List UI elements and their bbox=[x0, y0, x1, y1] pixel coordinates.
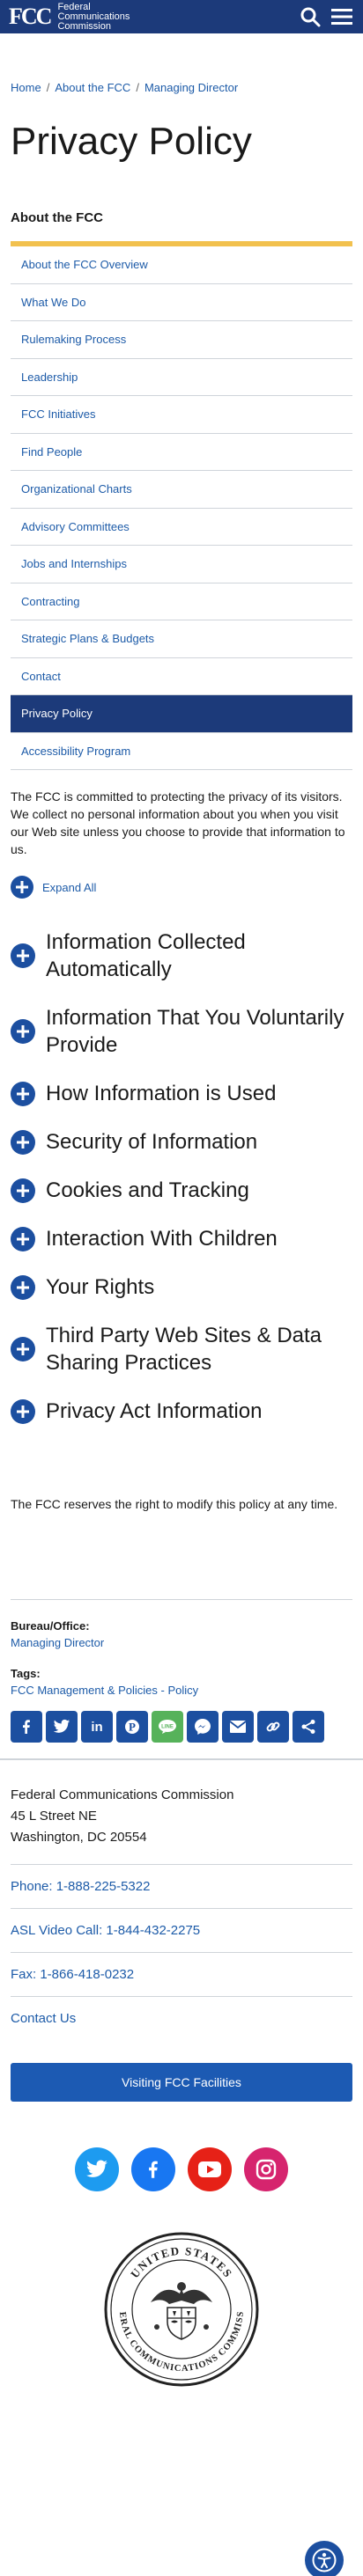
plus-circle-icon bbox=[11, 876, 33, 899]
accordion-item[interactable]: Cookies and Tracking bbox=[11, 1166, 352, 1215]
sidenav-item-org-charts[interactable]: Organizational Charts bbox=[11, 471, 352, 509]
site-footer: Federal Communications Commission 45 L S… bbox=[0, 1758, 363, 2389]
expand-all-button[interactable]: Expand All bbox=[11, 876, 352, 899]
accordion-item[interactable]: Security of Information bbox=[11, 1118, 352, 1166]
tags-label: Tags: bbox=[11, 1667, 41, 1680]
fcc-logo-link[interactable]: FCC Federal Communications Commission bbox=[9, 1, 130, 32]
sidenav-item-find-people[interactable]: Find People bbox=[11, 434, 352, 471]
sidenav-item-privacy-policy[interactable]: Privacy Policy bbox=[11, 695, 352, 733]
sidenav-item-jobs[interactable]: Jobs and Internships bbox=[11, 546, 352, 583]
sidenav-item-what-we-do[interactable]: What We Do bbox=[11, 284, 352, 321]
menu-icon[interactable] bbox=[331, 7, 352, 26]
accordion-title: How Information is Used bbox=[46, 1082, 277, 1105]
sidenav-list: About the FCC Overview What We Do Rulema… bbox=[11, 246, 352, 770]
tags-link[interactable]: FCC Management & Policies - Policy bbox=[11, 1684, 198, 1697]
breadcrumb: Home / About the FCC / Managing Director bbox=[0, 33, 363, 94]
instagram-icon[interactable] bbox=[244, 2147, 288, 2191]
sidenav-item-advisory[interactable]: Advisory Committees bbox=[11, 509, 352, 546]
header-actions bbox=[300, 6, 352, 27]
footer-contact-link[interactable]: Contact Us bbox=[11, 1996, 352, 2040]
plus-circle-icon bbox=[11, 1129, 35, 1155]
accordion-title: Third Party Web Sites & Data Sharing Pra… bbox=[46, 1324, 322, 1375]
plus-circle-icon bbox=[11, 1337, 35, 1361]
accordion-item[interactable]: Information Collected Automatically bbox=[11, 918, 352, 994]
messenger-icon[interactable] bbox=[187, 1711, 219, 1743]
sidenav-item-contact[interactable]: Contact bbox=[11, 658, 352, 695]
accordion-title: Information That You Voluntarily Provide bbox=[46, 1006, 344, 1057]
sidenav-heading: About the FCC bbox=[11, 210, 352, 246]
breadcrumb-separator: / bbox=[136, 81, 139, 94]
pinterest-icon[interactable]: P bbox=[116, 1711, 148, 1743]
accordion-item[interactable]: How Information is Used bbox=[11, 1069, 352, 1118]
linkedin-icon[interactable]: in bbox=[81, 1711, 113, 1743]
plus-circle-icon bbox=[11, 1081, 35, 1106]
page-meta: Bureau/Office: Managing Director Tags: F… bbox=[11, 1599, 352, 1697]
accordion-title: Cookies and Tracking bbox=[46, 1178, 249, 1202]
facebook-icon[interactable] bbox=[131, 2147, 175, 2191]
accordion: Information Collected Automatically Info… bbox=[11, 918, 352, 1435]
plus-circle-icon bbox=[11, 1178, 35, 1203]
footer-fax-link[interactable]: Fax: 1-866-418-0232 bbox=[11, 1952, 352, 1996]
footer-org-name: Federal Communications Commission bbox=[11, 1787, 234, 1802]
plus-circle-icon bbox=[11, 1274, 35, 1300]
sidenav-item-strategic-plans[interactable]: Strategic Plans & Budgets bbox=[11, 620, 352, 658]
share-icon[interactable] bbox=[293, 1711, 324, 1743]
plus-circle-icon bbox=[11, 1019, 35, 1044]
footer-phone-link[interactable]: Phone: 1-888-225-5322 bbox=[11, 1864, 352, 1908]
site-header: FCC Federal Communications Commission bbox=[0, 0, 363, 33]
svg-text:P: P bbox=[129, 1721, 136, 1734]
sidenav-item-accessibility[interactable]: Accessibility Program bbox=[11, 733, 352, 770]
share-bar: in P LINE bbox=[11, 1711, 352, 1743]
social-links bbox=[0, 2147, 363, 2191]
accordion-item[interactable]: Privacy Act Information bbox=[11, 1387, 352, 1435]
breadcrumb-about[interactable]: About the FCC bbox=[55, 81, 130, 94]
bureau-label: Bureau/Office: bbox=[11, 1619, 90, 1633]
accordion-item[interactable]: Information That You Voluntarily Provide bbox=[11, 994, 352, 1069]
footer-asl-link[interactable]: ASL Video Call: 1-844-432-2275 bbox=[11, 1908, 352, 1952]
accordion-item[interactable]: Third Party Web Sites & Data Sharing Pra… bbox=[11, 1311, 352, 1387]
reserve-note: The FCC reserves the right to modify thi… bbox=[11, 1497, 338, 1511]
accessibility-icon[interactable] bbox=[305, 2541, 344, 2576]
youtube-icon[interactable] bbox=[188, 2147, 232, 2191]
sidenav-item-initiatives[interactable]: FCC Initiatives bbox=[11, 396, 352, 434]
search-icon[interactable] bbox=[300, 6, 321, 27]
copy-link-icon[interactable] bbox=[257, 1711, 289, 1743]
footer-address: Federal Communications Commission 45 L S… bbox=[0, 1760, 363, 1864]
footer-links: Phone: 1-888-225-5322 ASL Video Call: 1-… bbox=[11, 1864, 352, 2040]
visiting-facilities-button[interactable]: Visiting FCC Facilities bbox=[11, 2063, 352, 2102]
sidenav-item-rulemaking[interactable]: Rulemaking Process bbox=[11, 321, 352, 359]
breadcrumb-separator: / bbox=[46, 81, 50, 94]
accordion-item[interactable]: Your Rights bbox=[11, 1263, 352, 1311]
line-icon[interactable]: LINE bbox=[152, 1711, 183, 1743]
accordion-title: Privacy Act Information bbox=[46, 1399, 263, 1423]
intro-text: The FCC is committed to protecting the p… bbox=[11, 789, 345, 856]
fcc-logo-mark: FCC bbox=[9, 4, 52, 29]
bureau-link[interactable]: Managing Director bbox=[11, 1636, 104, 1649]
accordion-item[interactable]: Interaction With Children bbox=[11, 1215, 352, 1263]
plus-circle-icon bbox=[11, 943, 35, 968]
fcc-seal: UNITED STATES FEDERAL COMMUNICATIONS COM… bbox=[0, 2230, 363, 2389]
accordion-title: Information Collected Automatically bbox=[46, 930, 246, 981]
twitter-icon[interactable] bbox=[75, 2147, 119, 2191]
plus-circle-icon bbox=[11, 1398, 35, 1424]
footer-street: 45 L Street NE bbox=[11, 1809, 97, 1824]
fcc-logo-text: Federal Communications Commission bbox=[57, 1, 130, 32]
svg-text:LINE: LINE bbox=[161, 1725, 174, 1730]
footer-city: Washington, DC 20554 bbox=[11, 1830, 147, 1845]
sidenav-item-overview[interactable]: About the FCC Overview bbox=[11, 246, 352, 284]
accordion-title: Security of Information bbox=[46, 1130, 258, 1154]
breadcrumb-managing-director[interactable]: Managing Director bbox=[144, 81, 238, 94]
accordion-title: Interaction With Children bbox=[46, 1227, 278, 1251]
facebook-icon[interactable] bbox=[11, 1711, 42, 1743]
sidenav-item-leadership[interactable]: Leadership bbox=[11, 359, 352, 396]
page-title: Privacy Policy bbox=[11, 120, 252, 163]
plus-circle-icon bbox=[11, 1226, 35, 1251]
breadcrumb-home[interactable]: Home bbox=[11, 81, 41, 94]
expand-all-label: Expand All bbox=[42, 880, 97, 894]
twitter-icon[interactable] bbox=[46, 1711, 78, 1743]
accordion-title: Your Rights bbox=[46, 1275, 155, 1299]
email-icon[interactable] bbox=[222, 1711, 254, 1743]
sidenav-item-contracting[interactable]: Contracting bbox=[11, 583, 352, 620]
